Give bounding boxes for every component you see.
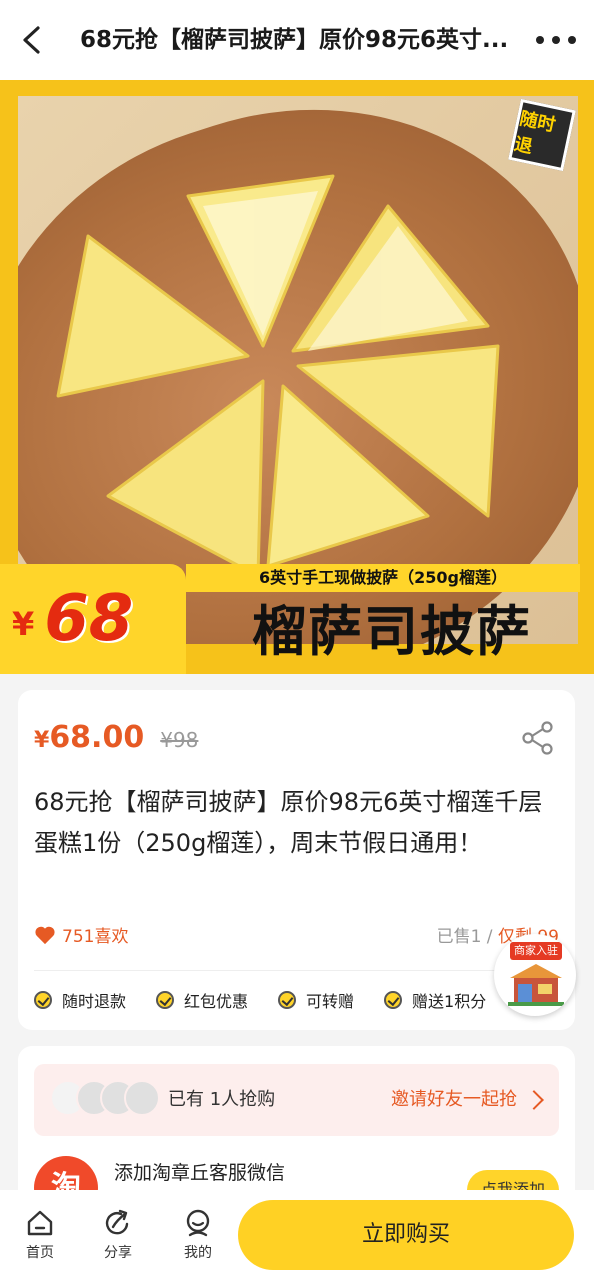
service-tag-label: 可转赠 [306, 992, 355, 1011]
nav-home[interactable]: 首页 [14, 1208, 66, 1268]
joined-count-text: 已有 1人抢购 [168, 1089, 276, 1110]
service-tag-label: 红包优惠 [184, 992, 249, 1011]
check-circle-icon [278, 991, 297, 1009]
product-info-card: ¥ 68.00 ¥98 68元抢【榴萨司披萨】原价98元6英寸榴莲千层蛋糕1份（… [18, 690, 575, 1030]
more-dot-icon [536, 36, 544, 44]
currency-symbol: ¥ [34, 728, 50, 753]
original-price: ¥98 [160, 728, 199, 752]
hero-price: 68 [44, 582, 134, 656]
hero-currency-symbol: ¥ [12, 605, 35, 643]
nav-profile[interactable]: 我的 [172, 1208, 224, 1268]
service-tags: 随时退款 红包优惠 可转赠 赠送1积分 [34, 988, 559, 1012]
chevron-right-icon [524, 1090, 544, 1110]
top-navigation-bar: 68元抢【榴萨司披萨】原价98元6英寸... [0, 0, 594, 80]
service-tag: 赠送1积分 [384, 988, 486, 1012]
nav-share-label: 分享 [104, 1245, 132, 1261]
chevron-left-icon [23, 26, 40, 54]
check-circle-icon [34, 991, 52, 1009]
check-circle-icon [156, 991, 175, 1009]
durian-crepe-photo: 随时退 [18, 96, 578, 644]
nav-share[interactable]: 分享 [92, 1208, 144, 1268]
current-price: 68.00 [49, 720, 145, 755]
divider [34, 970, 559, 971]
heart-icon [35, 926, 55, 944]
likes-button[interactable]: 751喜欢 [34, 922, 128, 947]
home-icon [27, 1210, 53, 1236]
sold-count: 已售1 [436, 927, 482, 947]
page-title: 68元抢【榴萨司披萨】原价98元6英寸... [80, 27, 509, 53]
merchant-join-label: 商家入驻 [510, 942, 562, 960]
share-button[interactable] [521, 720, 555, 756]
hero-product-name: 榴萨司披萨 [252, 600, 532, 663]
more-options-button[interactable] [536, 28, 576, 52]
invite-label: 邀请好友一起抢 [391, 1089, 517, 1110]
price-row: ¥ 68.00 ¥98 [34, 720, 198, 755]
back-button[interactable] [14, 22, 48, 58]
merchant-join-button[interactable]: 商家入驻 [494, 934, 576, 1016]
more-dot-icon [552, 36, 560, 44]
service-tag: 红包优惠 [156, 988, 248, 1012]
more-dot-icon [568, 36, 576, 44]
buy-now-button[interactable]: 立即购买 [238, 1200, 574, 1270]
service-tag: 可转赠 [278, 988, 354, 1012]
hero-price-box: ¥ 68 [0, 564, 186, 674]
bottom-action-bar: 首页 分享 我的 立即购买 [0, 1190, 594, 1280]
product-description: 68元抢【榴萨司披萨】原价98元6英寸榴莲千层蛋糕1份（250g榴莲），周末节假… [34, 788, 543, 857]
service-tag-label: 随时退款 [62, 992, 127, 1011]
service-tag-label: 赠送1积分 [412, 992, 487, 1011]
invite-friends-link[interactable]: 邀请好友一起抢 [391, 1064, 544, 1136]
wechat-service-text: 添加淘章丘客服微信 [114, 1162, 286, 1184]
nav-profile-label: 我的 [184, 1245, 212, 1261]
service-tag: 随时退款 [34, 988, 126, 1012]
likes-count: 751喜欢 [62, 927, 129, 947]
profile-icon [186, 1209, 210, 1237]
hero-subtitle: 6英寸手工现做披萨（250g榴莲） [186, 564, 580, 592]
hero-price-banner: ¥ 68 6英寸手工现做披萨（250g榴莲） 榴萨司披萨 [0, 564, 594, 674]
group-buy-bar[interactable]: 已有 1人抢购 邀请好友一起抢 [34, 1064, 559, 1136]
stats-row: 751喜欢 已售1 / 仅剩 99 [34, 922, 559, 948]
avatar [124, 1080, 160, 1116]
storefront-icon [508, 964, 564, 1006]
buyer-avatars [50, 1080, 160, 1120]
share-icon [522, 721, 553, 755]
cake-slices-illustration [56, 174, 500, 578]
nav-home-label: 首页 [26, 1245, 54, 1261]
check-circle-icon [384, 991, 403, 1009]
sales-separator: / [481, 927, 498, 947]
share-icon [105, 1209, 129, 1235]
product-hero-image[interactable]: 随时退 ¥ 68 6英寸手工现做披萨（250g榴莲） 榴萨司披萨 [0, 80, 594, 674]
